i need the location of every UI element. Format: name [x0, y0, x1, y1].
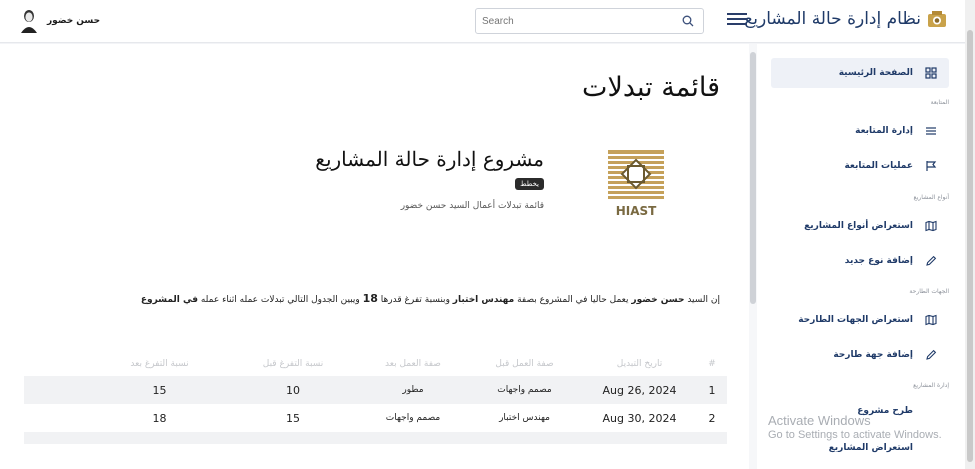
sidebar: الصفحة الرئيسية المتابعة إدارة المتابعة … [757, 44, 965, 469]
changes-table: # تاريخ التبديل صفة العمل قبل صفة العمل … [24, 352, 727, 444]
avatar [21, 10, 37, 33]
sidebar-item-follow-manage[interactable]: إدارة المتابعة [771, 116, 949, 146]
pencil-icon [926, 349, 937, 360]
flag-icon [926, 161, 937, 171]
grid-icon [925, 67, 937, 79]
menu-toggle-button[interactable] [727, 13, 747, 29]
main-scrollbar-thumb[interactable] [750, 52, 756, 304]
page-title: قائمة تبدلات [582, 72, 720, 103]
col-header-role-after: صفة العمل بعد [385, 359, 441, 369]
top-header: نظام إدارة حالة المشاريع حسن خضور [0, 0, 965, 43]
intro-paragraph: إن السيد حسن خضور يعمل حاليا في المشروع … [140, 292, 720, 305]
project-title: مشروع إدارة حالة المشاريع [315, 147, 544, 171]
table-row: 2 Aug 30, 2024 مهندس اختبار مصمم واجهات … [24, 404, 727, 432]
main-scrollbar[interactable] [749, 44, 757, 469]
window-scrollbar-thumb[interactable] [967, 30, 973, 462]
search-icon[interactable] [682, 15, 694, 27]
sidebar-item-parties-browse[interactable]: استعراض الجهات الطارحة [771, 305, 949, 335]
col-header-index: # [708, 359, 716, 369]
sidebar-item-types-browse[interactable]: استعراض أنواع المشاريع [771, 211, 949, 241]
section-label-projects: إدارة المشاريع [913, 382, 949, 389]
pencil-icon [926, 255, 937, 266]
allocation-percent: 18 [362, 292, 378, 305]
section-label-parties: الجهات الطارحة [909, 288, 949, 295]
col-header-date: تاريخ التبديل [616, 359, 663, 369]
window-scrollbar[interactable] [965, 0, 975, 469]
col-header-pct-before: نسبة التفرغ قبل [262, 359, 324, 369]
sidebar-item-types-add[interactable]: إضافة نوع جديد [771, 246, 949, 276]
user-menu[interactable]: حسن خضور [19, 9, 100, 33]
project-subtitle: قائمة تبدلات أعمال السيد حسن خضور [400, 201, 544, 211]
employee-name: حسن خضور [631, 295, 685, 305]
sidebar-item-home[interactable]: الصفحة الرئيسية [771, 58, 949, 88]
table-header: # تاريخ التبديل صفة العمل قبل صفة العمل … [24, 352, 727, 376]
map-icon [925, 220, 937, 232]
sidebar-item-follow-ops[interactable]: عمليات المتابعة [771, 151, 949, 181]
search-box [475, 8, 704, 34]
logo-text: HIAST [616, 204, 657, 218]
section-label-types: أنواع المشاريع [913, 194, 950, 201]
activation-watermark: Activate Windows Go to Settings to activ… [768, 413, 942, 441]
brand[interactable]: نظام إدارة حالة المشاريع [744, 9, 947, 29]
list-icon [926, 127, 936, 135]
main-content: قائمة تبدلات مشروع إدارة حالة المشاريع ي… [0, 44, 749, 469]
employee-role: مهندس اختبار [452, 295, 515, 305]
map-icon [925, 314, 937, 326]
col-header-role-before: صفة العمل قبل [495, 359, 554, 369]
hamburger-icon [727, 13, 747, 15]
user-name: حسن خضور [47, 16, 101, 26]
search-input[interactable] [476, 9, 671, 34]
brand-logo-icon [928, 11, 946, 27]
table-footer [24, 432, 727, 444]
col-header-pct-after: نسبة التفرغ بعد [130, 359, 189, 369]
section-label-follow: المتابعة [930, 99, 949, 106]
app-title: نظام إدارة حالة المشاريع [744, 9, 921, 29]
status-badge: يخطط [515, 178, 544, 190]
project-card: مشروع إدارة حالة المشاريع يخطط قائمة تبد… [315, 147, 544, 211]
hiast-logo: HIAST [608, 150, 664, 218]
table-row: 1 Aug 26, 2024 مصمم واجهات مطور 10 15 [24, 376, 727, 404]
sidebar-item-parties-add[interactable]: إضافة جهة طارحة [771, 340, 949, 370]
